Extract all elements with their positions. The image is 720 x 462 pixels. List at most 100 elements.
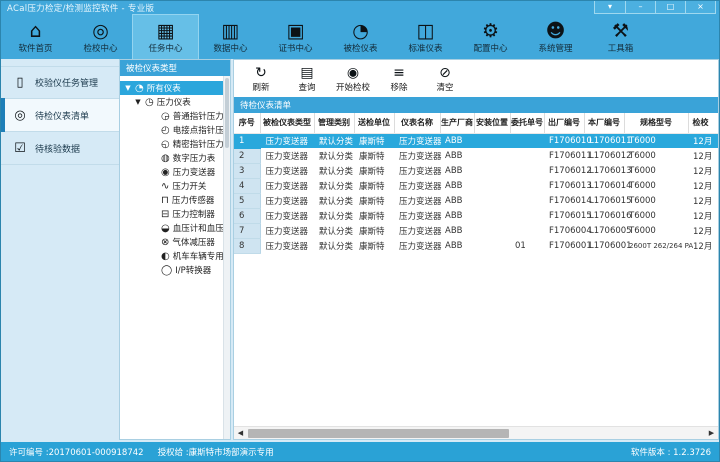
tree-node-pointer-pressure-gauge[interactable]: ◶普通指针压力表 xyxy=(120,109,230,123)
refresh-button[interactable]: ↻刷新 xyxy=(240,62,282,96)
tree-node-digital-pressure-gauge[interactable]: ◍数字压力表 xyxy=(120,151,230,165)
scroll-left-icon[interactable]: ◀ xyxy=(234,429,247,437)
start-calibration-button[interactable]: ◉开始检校 xyxy=(332,62,374,96)
tree-node-precision-pointer-gauge[interactable]: ◵精密指针压力表 xyxy=(120,137,230,151)
dropdown-icon[interactable]: ▾ xyxy=(595,1,625,13)
tree-node-pressure-sensor[interactable]: ⊓压力传感器 xyxy=(120,193,230,207)
action-button-label: 开始检校 xyxy=(336,81,370,93)
gas-regulator-icon: ⊗ xyxy=(161,237,169,248)
toolbar-item-config-center[interactable]: ⚙配置中心 xyxy=(458,15,523,59)
table-cell: 康斯特 xyxy=(354,238,394,253)
start-calibration-icon: ◉ xyxy=(347,65,359,81)
toolbar-item-toolbox[interactable]: ⚒工具箱 xyxy=(588,15,653,59)
column-header-检校[interactable]: 检校 xyxy=(688,113,718,133)
scrollbar-track[interactable] xyxy=(247,429,705,438)
toolbar-item-checked-instruments[interactable]: ◔被检仪表 xyxy=(328,15,393,59)
table-cell: 压力变送器 xyxy=(260,223,314,238)
tree-node-label: 压力仪表 xyxy=(157,96,191,108)
column-header-委托单号[interactable]: 委托单号 xyxy=(510,113,544,133)
table-cell: L1706012 xyxy=(584,148,624,163)
calendar-icon: ▦ xyxy=(157,20,175,42)
collapse-arrow-icon[interactable]: ▼ xyxy=(134,98,142,106)
tree-node-pressure-switch[interactable]: ∿压力开关 xyxy=(120,179,230,193)
title-bar: ACal压力检定/检测监控软件 - 专业版 ▾–□× xyxy=(1,1,719,15)
horizontal-scrollbar[interactable]: ◀ ▶ xyxy=(234,426,718,439)
sidebar-item-pending-verification-data[interactable]: ☑待核验数据 xyxy=(1,132,119,165)
column-header-被检仪表类型[interactable]: 被检仪表类型 xyxy=(260,113,314,133)
gauge-icon: ◷ xyxy=(145,97,154,108)
tree-scrollbar-thumb[interactable] xyxy=(225,78,229,148)
table-row[interactable]: 7压力变送器默认分类康斯特压力变送器ABBF1706004L1706005T60… xyxy=(234,223,718,238)
table-cell: L1706005 xyxy=(584,223,624,238)
row-index-cell: 6 xyxy=(234,208,260,223)
remove-button[interactable]: ≡移除 xyxy=(378,62,420,96)
tree-node-locomotive-pressure-gauge[interactable]: ◐机车车辆专用压力表 xyxy=(120,249,230,263)
column-header-管理类别[interactable]: 管理类别 xyxy=(314,113,354,133)
column-header-规格型号[interactable]: 规格型号 xyxy=(624,113,688,133)
maximize-icon[interactable]: □ xyxy=(655,1,685,13)
tree-node-all-instruments[interactable]: ▼◔所有仪表 xyxy=(120,81,230,95)
column-header-序号[interactable]: 序号 xyxy=(234,113,260,133)
table-cell: 康斯特 xyxy=(354,133,394,148)
sidebar-item-pending-instrument-list[interactable]: ◎待检仪表清单 xyxy=(1,99,119,132)
license-number: 许可编号 :20170601-000918742 xyxy=(9,446,144,458)
refresh-icon: ↻ xyxy=(255,65,267,81)
tree-node-label: 压力开关 xyxy=(172,180,206,192)
table-cell: 压力变送器 xyxy=(394,148,440,163)
column-header-本厂编号[interactable]: 本厂编号 xyxy=(584,113,624,133)
toolbar-item-standard-instruments[interactable]: ◫标准仪表 xyxy=(393,15,458,59)
table-row[interactable]: 6压力变送器默认分类康斯特压力变送器ABBF1706015L1706016T60… xyxy=(234,208,718,223)
table-row[interactable]: 4压力变送器默认分类康斯特压力变送器ABBF1706013L1706014T60… xyxy=(234,178,718,193)
clear-icon: ⊘ xyxy=(439,65,451,81)
tree-panel-header: 被检仪表类型 xyxy=(120,60,230,76)
column-header-仪表名称[interactable]: 仪表名称 xyxy=(394,113,440,133)
tree-scrollbar[interactable] xyxy=(223,76,230,439)
clear-button[interactable]: ⊘清空 xyxy=(424,62,466,96)
collapse-arrow-icon[interactable]: ▼ xyxy=(124,84,132,92)
table-row[interactable]: 1压力变送器默认分类康斯特压力变送器ABBF1706010L1706011T60… xyxy=(234,133,718,148)
minimize-icon[interactable]: – xyxy=(625,1,655,13)
close-icon[interactable]: × xyxy=(685,1,715,13)
table-cell xyxy=(474,223,510,238)
table-row[interactable]: 2压力变送器默认分类康斯特压力变送器ABBF1706011L1706012T60… xyxy=(234,148,718,163)
tree-node-pressure-instruments[interactable]: ▼◷压力仪表 xyxy=(120,95,230,109)
tree-node-label: 机车车辆专用压力表 xyxy=(173,250,230,262)
column-header-安装位置[interactable]: 安装位置 xyxy=(474,113,510,133)
scroll-right-icon[interactable]: ▶ xyxy=(705,429,718,437)
sidebar-item-calibrator-task-management[interactable]: ▯校验仪任务管理 xyxy=(1,66,119,99)
table-cell xyxy=(474,163,510,178)
query-button[interactable]: ▤查询 xyxy=(286,62,328,96)
tree-node-gas-regulator[interactable]: ⊗气体减压器 xyxy=(120,235,230,249)
table-cell: 默认分类 xyxy=(314,208,354,223)
scrollbar-thumb[interactable] xyxy=(248,429,509,438)
toolbar-item-certificate-center[interactable]: ▣证书中心 xyxy=(263,15,328,59)
table-cell: T6000 xyxy=(624,223,688,238)
tree-node-electric-contact-pointer-gauge[interactable]: ◴电接点指针压力表 xyxy=(120,123,230,137)
row-index-cell: 2 xyxy=(234,148,260,163)
column-header-出厂编号[interactable]: 出厂编号 xyxy=(544,113,584,133)
table-row[interactable]: 3压力变送器默认分类康斯特压力变送器ABBF1706012L1706013T60… xyxy=(234,163,718,178)
table-cell xyxy=(474,238,510,253)
table-cell: F1706014 xyxy=(544,193,584,208)
table-cell: L1706015 xyxy=(584,193,624,208)
table-row[interactable]: 5压力变送器默认分类康斯特压力变送器ABBF1706014L1706015T60… xyxy=(234,193,718,208)
toolbar-item-task-center[interactable]: ▦任务中心 xyxy=(133,15,198,59)
column-header-生产厂商[interactable]: 生产厂商 xyxy=(440,113,474,133)
table-cell: 压力变送器 xyxy=(394,238,440,253)
tree-node-pressure-transmitter[interactable]: ◉压力变送器 xyxy=(120,165,230,179)
table-cell: 康斯特 xyxy=(354,148,394,163)
tree-node-ip-converter[interactable]: ◯I/P转换器 xyxy=(120,263,230,277)
table-cell: F1706001 xyxy=(544,238,584,253)
table-cell: ABB xyxy=(440,238,474,253)
table-row[interactable]: 8压力变送器默认分类康斯特压力变送器ABB01F1706001L17060012… xyxy=(234,238,718,253)
gauge-icon: ◔ xyxy=(135,83,144,94)
tree-node-blood-pressure-meter[interactable]: ◒血压计和血压表 xyxy=(120,221,230,235)
toolbar-item-data-center[interactable]: ▥数据中心 xyxy=(198,15,263,59)
toolbar-item-system-management[interactable]: ☻系统管理 xyxy=(523,15,588,59)
toolbar-item-home[interactable]: ⌂软件首页 xyxy=(3,15,68,59)
table-cell: F1706011 xyxy=(544,148,584,163)
toolbar-item-calibration-center[interactable]: ◎检校中心 xyxy=(68,15,133,59)
column-header-送检单位[interactable]: 送检单位 xyxy=(354,113,394,133)
tree-node-pressure-controller[interactable]: ⊟压力控制器 xyxy=(120,207,230,221)
row-index-cell: 4 xyxy=(234,178,260,193)
